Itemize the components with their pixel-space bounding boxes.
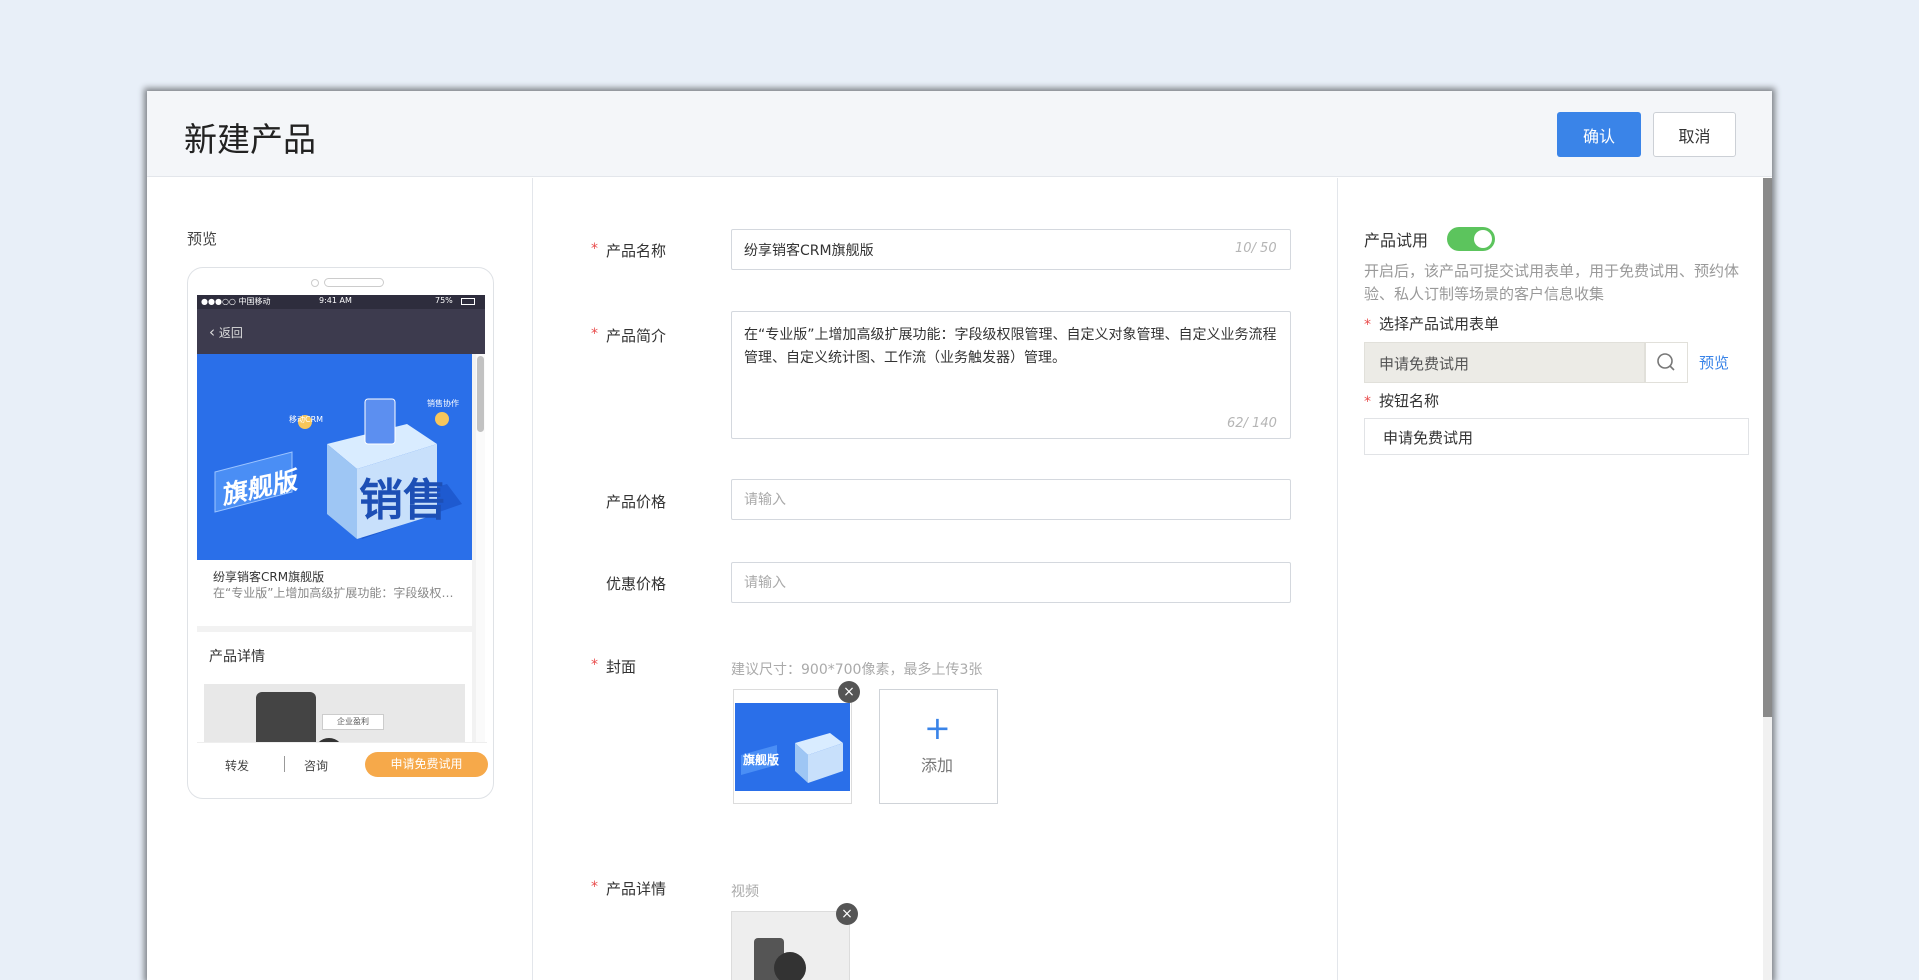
banner-big-text: 销售 [359,475,447,526]
required-mark: * [591,241,598,257]
name-label: 产品名称 [606,242,667,260]
phone-camera [311,279,319,287]
bottom-separator [284,756,285,772]
phone-bottom-bar: 转发 咨询 申请免费试用 [197,742,488,784]
status-time: 9:41 AM [319,296,352,305]
product-banner: 旗舰版 销售 移动CRM 销售协作 [197,354,472,560]
banner-tag-sales: 销售协作 [427,399,459,408]
product-name-input[interactable] [731,229,1291,270]
consult-button[interactable]: 咨询 [304,757,328,774]
trial-toggle[interactable] [1447,227,1495,251]
required-mark: * [1364,317,1371,333]
price-label: 产品价格 [606,493,667,511]
remove-cover-close-icon[interactable]: × [838,681,860,703]
cover-image: 旗舰版 [735,703,850,791]
preview-product-desc: 在“专业版”上增加高级扩展功能：字段级权限管理、自定义对象管理 [213,586,463,600]
preview-label: 预览 [187,230,218,248]
detail-caption: 企业盈利 [322,714,384,730]
button-name-label: 按钮名称 [1379,392,1440,410]
discount-label: 优惠价格 [606,575,667,593]
nav-back-button[interactable]: ‹ 返回 [209,323,243,341]
required-mark: * [591,326,598,342]
search-icon [1657,353,1675,371]
required-mark: * [591,879,598,895]
chevron-left-icon: ‹ [209,323,215,341]
trial-preview-link[interactable]: 预览 [1699,352,1729,373]
preview-product-name: 纷享销客CRM旗舰版 [213,570,325,584]
trial-description: 开启后，该产品可提交试用表单，用于免费试用、预约体验、私人订制等场景的客户信息收… [1364,262,1740,303]
product-price-input[interactable] [731,479,1291,520]
dialog-header: 新建产品 确认 取消 [147,91,1772,177]
status-carrier: ●●●○○ 中国移动 [201,297,271,306]
cancel-button[interactable]: 取消 [1653,112,1736,157]
phone-scroll-thumb[interactable] [477,356,484,432]
intro-label: 产品简介 [606,327,667,345]
remove-video-close-icon[interactable]: × [836,903,858,925]
cover-illustration [735,703,850,791]
toggle-knob [1474,230,1492,248]
cover-label: 封面 [606,658,637,676]
dialog-title: 新建产品 [184,120,316,159]
trial-label: 产品试用 [1364,231,1429,250]
column-divider-right [1337,178,1338,980]
name-counter: 10/ 50 [1235,241,1277,256]
detail-label: 产品详情 [606,880,667,898]
search-button[interactable] [1645,342,1688,383]
play-icon [774,952,806,980]
phone-navbar: ‹ 返回 [197,309,485,354]
new-product-dialog: 新建产品 确认 取消 预览 ●●●○○ 中国移动 9:41 AM 75% ‹ 返… [147,91,1772,980]
nav-back-label: 返回 [218,326,243,340]
cover-badge-text: 旗舰版 [743,753,780,767]
dialog-scrollbar[interactable] [1763,178,1772,717]
video-label: 视频 [731,884,759,900]
battery-icon [461,298,475,305]
discount-price-input[interactable] [731,562,1291,603]
banner-illustration [197,354,472,560]
video-thumbnail[interactable] [731,911,850,980]
phone-scrollbar[interactable] [476,354,485,782]
column-divider-left [532,178,533,980]
trial-form-select[interactable]: 申请免费试用 [1364,342,1645,383]
cover-hint: 建议尺寸：900*700像素，最多上传3张 [731,662,983,678]
banner-tag-mobile: 移动CRM [289,415,324,424]
required-mark: * [591,657,598,673]
add-cover-label: 添加 [921,756,954,775]
plus-icon: + [924,709,951,747]
forward-button[interactable]: 转发 [225,757,249,774]
select-form-label: 选择产品试用表单 [1379,315,1500,333]
required-mark: * [1364,394,1371,410]
confirm-button[interactable]: 确认 [1557,112,1641,157]
intro-counter: 62/ 140 [1227,416,1277,431]
preview-detail-title: 产品详情 [209,649,265,665]
product-info-card: 纷享销客CRM旗舰版 在“专业版”上增加高级扩展功能：字段级权限管理、自定义对象… [197,560,472,626]
phone-screen: ●●●○○ 中国移动 9:41 AM 75% ‹ 返回 旗舰版 销售 移动CRM… [197,295,485,782]
dialog-scroll-track[interactable] [1763,717,1772,980]
button-name-input[interactable]: 申请免费试用 [1364,418,1749,455]
product-intro-textarea[interactable]: 在“专业版”上增加高级扩展功能：字段级权限管理、自定义对象管理、自定义业务流程管… [731,311,1291,439]
add-cover-button[interactable]: + 添加 [879,689,998,804]
phone-preview: ●●●○○ 中国移动 9:41 AM 75% ‹ 返回 旗舰版 销售 移动CRM… [187,267,494,799]
free-trial-button[interactable]: 申请免费试用 [365,752,488,777]
phone-statusbar: ●●●○○ 中国移动 9:41 AM 75% [197,295,485,309]
status-battery: 75% [435,296,453,305]
phone-speaker [324,278,384,287]
cover-thumbnail[interactable]: 旗舰版 [733,689,852,804]
